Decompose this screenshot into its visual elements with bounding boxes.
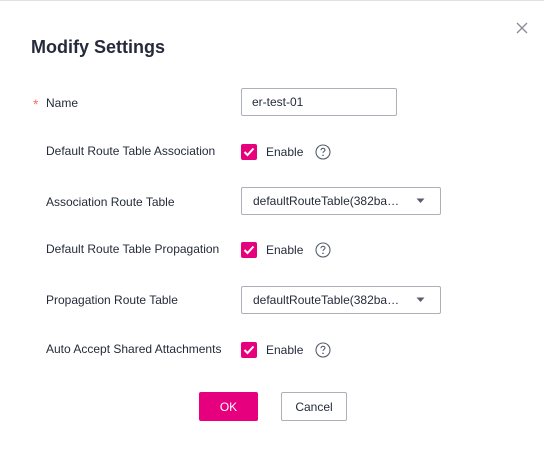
auto-accept-checkbox[interactable] xyxy=(241,342,257,358)
cancel-button[interactable]: Cancel xyxy=(281,392,347,421)
propagation-route-table-value: defaultRouteTable(382ba… xyxy=(253,293,400,307)
close-icon[interactable] xyxy=(516,22,528,34)
default-propagation-row: Enable xyxy=(241,240,331,260)
question-circle-icon[interactable] xyxy=(315,242,331,258)
name-label: Name xyxy=(46,96,79,110)
default-association-checkbox[interactable] xyxy=(241,144,257,160)
checkmark-icon xyxy=(243,245,255,255)
caret-down-icon xyxy=(416,297,440,303)
checkmark-icon xyxy=(243,147,255,157)
auto-accept-row: Enable xyxy=(241,340,331,360)
required-mark: * xyxy=(33,96,39,112)
propagation-route-table-select[interactable]: defaultRouteTable(382ba… xyxy=(241,286,441,314)
checkmark-icon xyxy=(243,345,255,355)
default-propagation-checkbox[interactable] xyxy=(241,242,257,258)
caret-down-icon xyxy=(416,198,440,204)
propagation-route-table-label: Propagation Route Table xyxy=(46,293,178,307)
name-input[interactable] xyxy=(241,88,397,116)
auto-accept-enable-label: Enable xyxy=(266,343,304,357)
auto-accept-label: Auto Accept Shared Attachments xyxy=(46,342,222,356)
default-association-row: Enable xyxy=(241,142,331,162)
default-propagation-enable-label: Enable xyxy=(266,243,304,257)
close-button[interactable] xyxy=(513,19,531,37)
dialog-title: Modify Settings xyxy=(31,37,165,57)
modify-settings-dialog: Modify Settings * Name Default Route Tab… xyxy=(0,0,544,449)
question-circle-icon[interactable] xyxy=(315,342,331,358)
association-route-table-value: defaultRouteTable(382ba… xyxy=(253,194,400,208)
association-route-table-select[interactable]: defaultRouteTable(382ba… xyxy=(241,187,441,215)
default-association-label: Default Route Table Association xyxy=(46,144,216,158)
ok-button[interactable]: OK xyxy=(199,392,258,421)
association-route-table-label: Association Route Table xyxy=(46,195,175,209)
default-propagation-label: Default Route Table Propagation xyxy=(46,242,220,256)
default-association-enable-label: Enable xyxy=(266,145,304,159)
question-circle-icon[interactable] xyxy=(315,144,331,160)
